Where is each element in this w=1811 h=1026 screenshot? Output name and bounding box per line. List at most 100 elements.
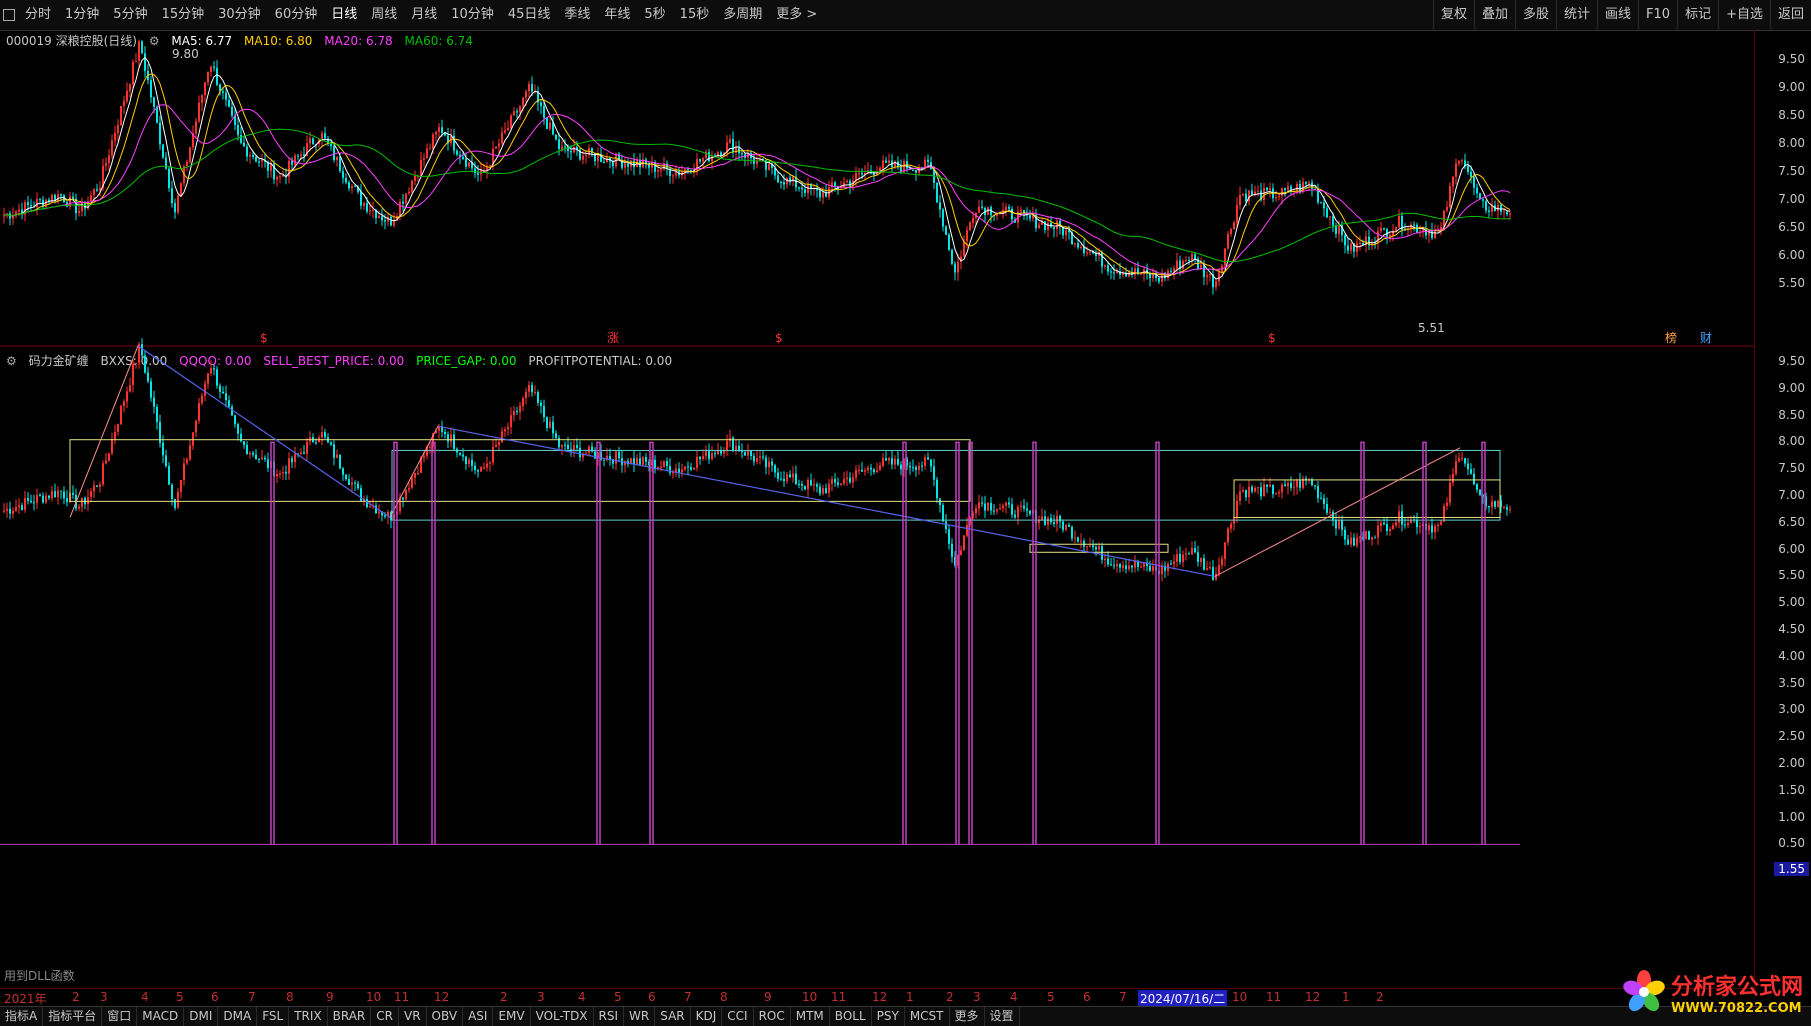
candle-body <box>888 160 890 163</box>
period-tab-9[interactable]: 10分钟 <box>444 0 501 30</box>
indicator-tab-6[interactable]: FSL <box>257 1007 290 1026</box>
period-tab-0[interactable]: 分时 <box>18 0 58 30</box>
marker-finance[interactable]: 财 <box>1700 331 1712 345</box>
candle-body <box>1296 480 1298 488</box>
candle-body <box>336 454 338 458</box>
candle-body <box>504 130 506 133</box>
candle-body <box>1338 225 1340 234</box>
candle-body <box>324 432 326 438</box>
candle-body <box>1029 510 1031 514</box>
candle-body <box>834 479 836 483</box>
period-tab-4[interactable]: 30分钟 <box>211 0 268 30</box>
indicator-tab-25[interactable]: 更多 <box>950 1007 985 1026</box>
indicator-tab-26[interactable]: 设置 <box>985 1007 1020 1026</box>
candle-body <box>237 124 239 135</box>
indicator-tab-1[interactable]: 指标平台 <box>43 1007 103 1026</box>
toolbar-button-1[interactable]: 叠加 <box>1473 0 1515 30</box>
candle-body <box>123 401 125 406</box>
candle-body <box>519 405 521 413</box>
period-tab-12[interactable]: 年线 <box>597 0 637 30</box>
toolbar-button-2[interactable]: 多股 <box>1514 0 1556 30</box>
indicator-tab-5[interactable]: DMA <box>218 1007 258 1026</box>
candle-body <box>1098 546 1100 550</box>
candle-body <box>372 209 374 211</box>
indicator-tab-14[interactable]: VOL-TDX <box>531 1007 594 1026</box>
candle-body <box>543 105 545 118</box>
candle-body <box>942 505 944 522</box>
candle-body <box>1125 565 1127 570</box>
indicator-tab-2[interactable]: 窗口 <box>102 1007 138 1026</box>
indicator-tabbar: 指标A 指标平台 窗口 MACD DMI DMA FSL TRIX BRAR CR VR OBV ASI… <box>0 1006 1811 1026</box>
period-tab-14[interactable]: 15秒 <box>673 0 717 30</box>
indicator-candles <box>3 338 1511 582</box>
toolbar-button-8[interactable]: 返回 <box>1769 0 1811 30</box>
marker-limit-up[interactable]: 涨 <box>607 330 619 345</box>
indicator-tab-4[interactable]: DMI <box>184 1007 219 1026</box>
toolbar-button-0[interactable]: 复权 <box>1432 0 1474 30</box>
candle-body <box>741 153 743 155</box>
indicator-tab-10[interactable]: VR <box>399 1007 427 1026</box>
indicator-tab-17[interactable]: SAR <box>655 1007 691 1026</box>
candle-body <box>1173 268 1175 272</box>
indicator-tab-23[interactable]: PSY <box>872 1007 905 1026</box>
period-tab-15[interactable]: 多周期 <box>716 0 769 30</box>
toolbar-button-6[interactable]: 标记 <box>1677 0 1718 30</box>
indicator-tab-12[interactable]: ASI <box>463 1007 494 1026</box>
candle-body <box>543 406 545 418</box>
period-tab-5[interactable]: 60分钟 <box>268 0 325 30</box>
candle-body <box>120 105 122 126</box>
period-tab-7[interactable]: 周线 <box>364 0 404 30</box>
signal-bar <box>431 441 436 845</box>
toolbar-button-7[interactable]: +自选 <box>1718 0 1770 30</box>
candle-body <box>288 458 290 474</box>
candle-body <box>579 447 581 458</box>
marker-dollar-2[interactable]: $ <box>775 331 783 345</box>
indicator-tab-24[interactable]: MCST <box>905 1007 950 1026</box>
indicator-tab-16[interactable]: WR <box>624 1007 656 1026</box>
indicator-tab-20[interactable]: ROC <box>754 1007 791 1026</box>
marker-dollar-1[interactable]: $ <box>260 331 268 345</box>
candle-body <box>948 529 950 544</box>
candle-body <box>852 477 854 483</box>
period-tab-13[interactable]: 5秒 <box>637 0 672 30</box>
candle-body <box>519 105 521 113</box>
candle-body <box>834 182 836 186</box>
candle-body <box>615 451 617 464</box>
indicator-tab-19[interactable]: CCI <box>722 1007 754 1026</box>
indicator-tab-0[interactable]: 指标A <box>0 1007 44 1026</box>
indicator-tab-3[interactable]: MACD <box>137 1007 185 1026</box>
period-tab-6[interactable]: 日线 <box>324 0 364 30</box>
indicator-tab-9[interactable]: CR <box>371 1007 399 1026</box>
period-tab-10[interactable]: 45日线 <box>501 0 558 30</box>
candle-body <box>189 147 191 162</box>
period-tab-16[interactable]: 更多 > <box>769 0 824 30</box>
indicator-tab-18[interactable]: KDJ <box>691 1007 723 1026</box>
candle-body <box>1431 525 1433 533</box>
indicator-tab-22[interactable]: BOLL <box>830 1007 872 1026</box>
period-tab-1[interactable]: 1分钟 <box>58 0 106 30</box>
indicator-tab-15[interactable]: RSI <box>594 1007 625 1026</box>
period-tab-11[interactable]: 季线 <box>557 0 597 30</box>
candle-body <box>375 505 377 514</box>
window-menu-icon[interactable] <box>0 0 18 30</box>
kline-chart-canvas[interactable]: 9.80 5.51 $ 涨 $ $ 榜 财 用到DLL函数 <box>0 30 1755 988</box>
date-tick: 11 <box>831 990 847 1004</box>
marker-dollar-3[interactable]: $ <box>1268 331 1276 345</box>
indicator-tab-13[interactable]: EMV <box>493 1007 531 1026</box>
period-tab-3[interactable]: 15分钟 <box>155 0 212 30</box>
candle-body <box>627 163 629 167</box>
marker-rank[interactable]: 榜 <box>1665 330 1677 345</box>
candle-body <box>714 453 716 455</box>
axis-tick: 4.50 <box>1778 622 1805 636</box>
date-tick: 10 <box>366 990 382 1004</box>
period-tab-2[interactable]: 5分钟 <box>106 0 154 30</box>
candle-body <box>1170 563 1172 565</box>
indicator-tab-21[interactable]: MTM <box>791 1007 830 1026</box>
indicator-tab-7[interactable]: TRIX <box>289 1007 328 1026</box>
toolbar-button-3[interactable]: 统计 <box>1556 0 1597 30</box>
indicator-tab-11[interactable]: OBV <box>427 1007 464 1026</box>
period-tab-8[interactable]: 月线 <box>404 0 444 30</box>
toolbar-button-4[interactable]: 画线 <box>1597 0 1638 30</box>
toolbar-button-5[interactable]: F10 <box>1638 0 1677 30</box>
indicator-tab-8[interactable]: BRAR <box>328 1007 372 1026</box>
